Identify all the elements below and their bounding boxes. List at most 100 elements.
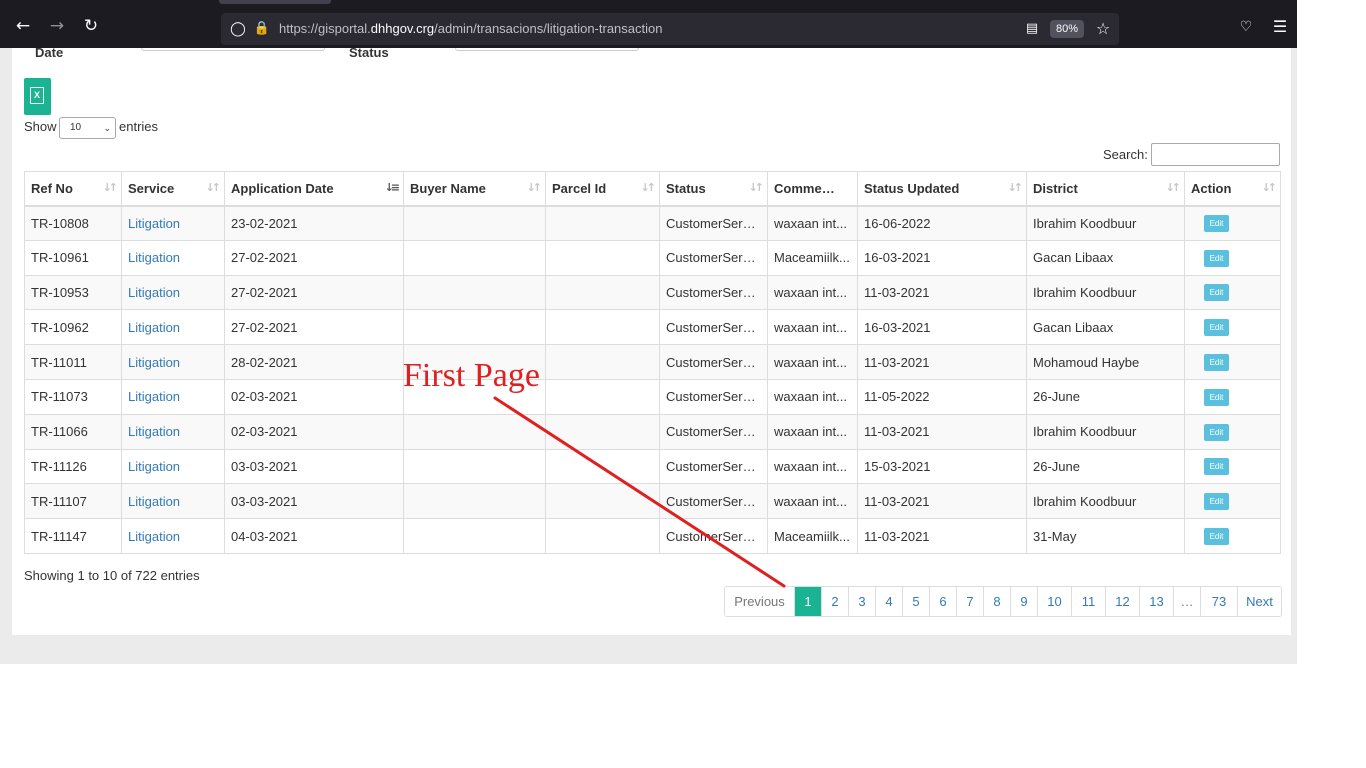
edit-button[interactable]: Edit	[1204, 423, 1229, 441]
pagination-next-button[interactable]: Next	[1237, 587, 1281, 616]
application-date-cell: 04-03-2021	[224, 518, 404, 554]
pagination-page-7[interactable]: 7	[956, 587, 983, 616]
edit-button[interactable]: Edit	[1204, 493, 1229, 511]
pagination-page-2[interactable]: 2	[821, 587, 848, 616]
back-icon[interactable]: ←	[12, 15, 34, 37]
column-header-application-date[interactable]: Application Date ↓≡	[224, 171, 404, 207]
column-header-status[interactable]: Status ↓↑	[659, 171, 768, 207]
ref-no-cell: TR-11073	[24, 378, 122, 415]
service-link[interactable]: Litigation	[128, 459, 180, 474]
column-header-buyer-name[interactable]: Buyer Name ↓↑	[403, 171, 546, 207]
service-link[interactable]: Litigation	[128, 320, 180, 335]
sort-icon: ↓↑	[748, 181, 765, 194]
column-header-service[interactable]: Service ↓↑	[121, 171, 225, 207]
parcel-id-cell	[545, 309, 660, 346]
pocket-icon[interactable]: ♡	[1236, 17, 1256, 37]
pagination-page-4[interactable]: 4	[875, 587, 902, 616]
page-viewport: Date Status X Show 10 ⌄ entries Search: …	[0, 48, 1297, 664]
service-cell: Litigation	[121, 344, 225, 380]
date-filter-input[interactable]	[141, 48, 325, 51]
shield-icon[interactable]: ◯	[229, 19, 247, 39]
status-cell: CustomerServi...	[659, 239, 768, 276]
edit-button[interactable]: Edit	[1204, 528, 1229, 546]
service-link[interactable]: Litigation	[128, 250, 180, 265]
star-icon[interactable]: ☆	[1093, 18, 1113, 40]
action-cell: Edit	[1184, 205, 1281, 241]
application-date-cell: 27-02-2021	[224, 274, 404, 311]
pagination-page-9[interactable]: 9	[1010, 587, 1037, 616]
excel-icon: X	[30, 87, 44, 104]
pagination-previous-button[interactable]: Previous	[725, 587, 794, 616]
sort-icon: ↓↑	[1165, 181, 1182, 194]
service-link[interactable]: Litigation	[128, 529, 180, 544]
service-link[interactable]: Litigation	[128, 285, 180, 300]
buyer-name-cell	[403, 448, 546, 485]
pagination-page-73[interactable]: 73	[1200, 587, 1237, 616]
search-input[interactable]	[1151, 143, 1280, 166]
pagination-page-11[interactable]: 11	[1071, 587, 1105, 616]
edit-button[interactable]: Edit	[1204, 284, 1229, 302]
table-row: TR-11011 Litigation 28-02-2021 CustomerServ…	[24, 344, 1281, 380]
address-bar[interactable]: ◯ 🔒 https://gisportal.dhhgov.crg/admin/t…	[221, 13, 1119, 45]
parcel-id-cell	[545, 274, 660, 311]
service-link[interactable]: Litigation	[128, 216, 180, 231]
table-row: TR-11107 Litigation 03-03-2021 CustomerServ…	[24, 483, 1281, 520]
service-cell: Litigation	[121, 378, 225, 415]
edit-button[interactable]: Edit	[1204, 354, 1229, 372]
buyer-name-cell	[403, 518, 546, 554]
status-cell: CustomerServi...	[659, 344, 768, 380]
comments-cell: Maceamiilk...	[767, 239, 858, 276]
service-link[interactable]: Litigation	[128, 494, 180, 509]
edit-button[interactable]: Edit	[1204, 458, 1229, 476]
pagination-page-10[interactable]: 10	[1037, 587, 1071, 616]
column-header-ref-no[interactable]: Ref No ↓↑	[24, 171, 122, 207]
url-text[interactable]: https://gisportal.dhhgov.crg/admin/trans…	[279, 21, 662, 36]
table-row: TR-11147 Litigation 04-03-2021 CustomerServ…	[24, 518, 1281, 554]
pagination-page-6[interactable]: 6	[929, 587, 956, 616]
reload-icon[interactable]: ↻	[80, 15, 102, 37]
parcel-id-cell	[545, 378, 660, 415]
forward-icon[interactable]: →	[46, 15, 68, 37]
column-header-parcel-id[interactable]: Parcel Id ↓↑	[545, 171, 660, 207]
pagination-page-3[interactable]: 3	[848, 587, 875, 616]
column-header-comments[interactable]: Comments	[767, 171, 858, 207]
edit-button[interactable]: Edit	[1204, 249, 1229, 267]
column-header-district[interactable]: District ↓↑	[1026, 171, 1185, 207]
pagination-page-5[interactable]: 5	[902, 587, 929, 616]
sort-ascending-icon: ↓≡	[384, 181, 401, 194]
column-header-action[interactable]: Action ↓↑	[1184, 171, 1281, 207]
column-header-status-updated[interactable]: Status Updated ↓↑	[857, 171, 1027, 207]
lock-icon[interactable]: 🔒	[253, 19, 271, 39]
status-cell: CustomerServi...	[659, 413, 768, 450]
pagination-page-12[interactable]: 12	[1105, 587, 1139, 616]
status-filter-input[interactable]	[455, 48, 639, 51]
edit-button[interactable]: Edit	[1204, 215, 1229, 233]
pagination-ellipsis[interactable]: …	[1173, 587, 1200, 616]
table-body: TR-10808 Litigation 23-02-2021 CustomerServ…	[24, 205, 1281, 554]
export-excel-button[interactable]: X	[24, 78, 51, 115]
status-cell: CustomerServi...	[659, 205, 768, 241]
status-updated-cell: 11-03-2021	[857, 274, 1027, 311]
zoom-level-button[interactable]: 80%	[1050, 20, 1084, 38]
service-link[interactable]: Litigation	[128, 389, 180, 404]
active-tab[interactable]	[219, 0, 331, 4]
comments-cell: waxaan int...	[767, 448, 858, 485]
buyer-name-cell	[403, 274, 546, 311]
action-cell: Edit	[1184, 483, 1281, 520]
sort-icon: ↓↑	[102, 181, 119, 194]
service-link[interactable]: Litigation	[128, 355, 180, 370]
service-link[interactable]: Litigation	[128, 424, 180, 439]
edit-button[interactable]: Edit	[1204, 319, 1229, 337]
status-cell: CustomerServi...	[659, 309, 768, 346]
hamburger-menu-icon[interactable]: ☰	[1270, 17, 1290, 37]
chevron-down-icon: ⌄	[103, 123, 111, 133]
reader-view-icon[interactable]: ▤	[1023, 19, 1041, 39]
status-cell: CustomerServi...	[659, 483, 768, 520]
entries-length-select[interactable]: 10 ⌄	[59, 117, 116, 139]
entries-label: entries	[119, 119, 159, 134]
pagination-page-1[interactable]: 1	[794, 587, 821, 616]
pagination-page-8[interactable]: 8	[983, 587, 1010, 616]
column-label: Status	[666, 180, 706, 196]
edit-button[interactable]: Edit	[1204, 388, 1229, 406]
pagination-page-13[interactable]: 13	[1139, 587, 1173, 616]
